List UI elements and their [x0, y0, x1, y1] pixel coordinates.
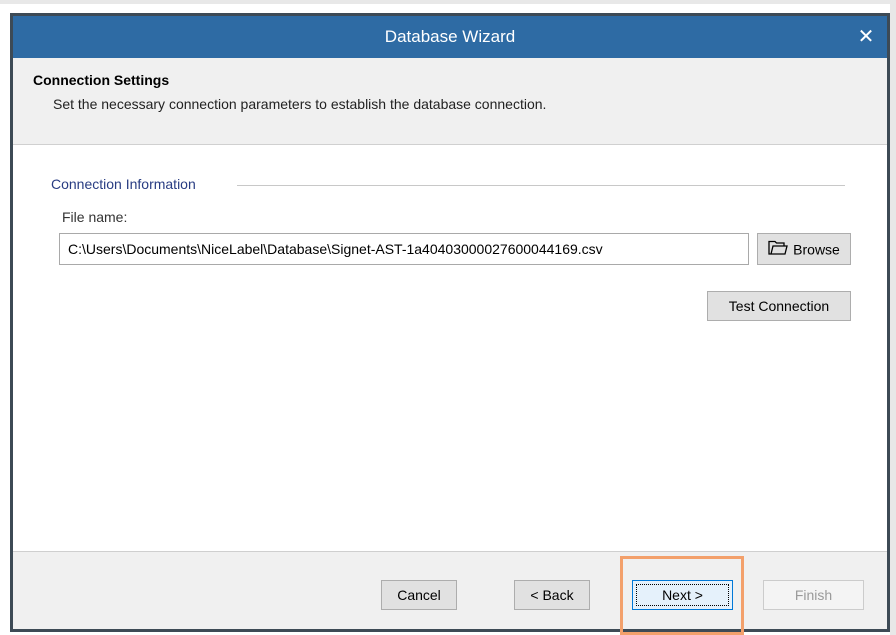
- wizard-footer: Cancel < Back Next > Finish: [13, 552, 887, 629]
- cancel-button[interactable]: Cancel: [381, 580, 457, 610]
- database-wizard-dialog: Database Wizard ✕ Connection Settings Se…: [10, 13, 890, 632]
- close-button[interactable]: ✕: [851, 22, 881, 52]
- close-icon: ✕: [857, 26, 875, 48]
- connection-information-group-label: Connection Information: [51, 176, 196, 192]
- window-title: Database Wizard: [384, 27, 516, 46]
- background-edge-right: [890, 0, 896, 635]
- folder-icon: [768, 240, 788, 259]
- next-button[interactable]: Next >: [632, 580, 733, 610]
- wizard-content: Connection Information File name: Browse…: [13, 145, 887, 552]
- test-connection-button[interactable]: Test Connection: [707, 291, 851, 321]
- browse-button[interactable]: Browse: [757, 233, 851, 265]
- wizard-header: Connection Settings Set the necessary co…: [13, 58, 887, 145]
- finish-button[interactable]: Finish: [763, 580, 864, 610]
- page-subtitle: Set the necessary connection parameters …: [53, 96, 547, 112]
- next-label: Next >: [662, 587, 703, 603]
- file-name-input[interactable]: [59, 233, 749, 265]
- page-title: Connection Settings: [33, 72, 170, 88]
- file-name-label: File name:: [62, 209, 128, 225]
- title-bar[interactable]: Database Wizard ✕: [13, 16, 887, 58]
- browse-label: Browse: [793, 241, 840, 257]
- back-button[interactable]: < Back: [514, 580, 590, 610]
- background-edge-top: [0, 0, 896, 4]
- group-divider: [237, 185, 845, 186]
